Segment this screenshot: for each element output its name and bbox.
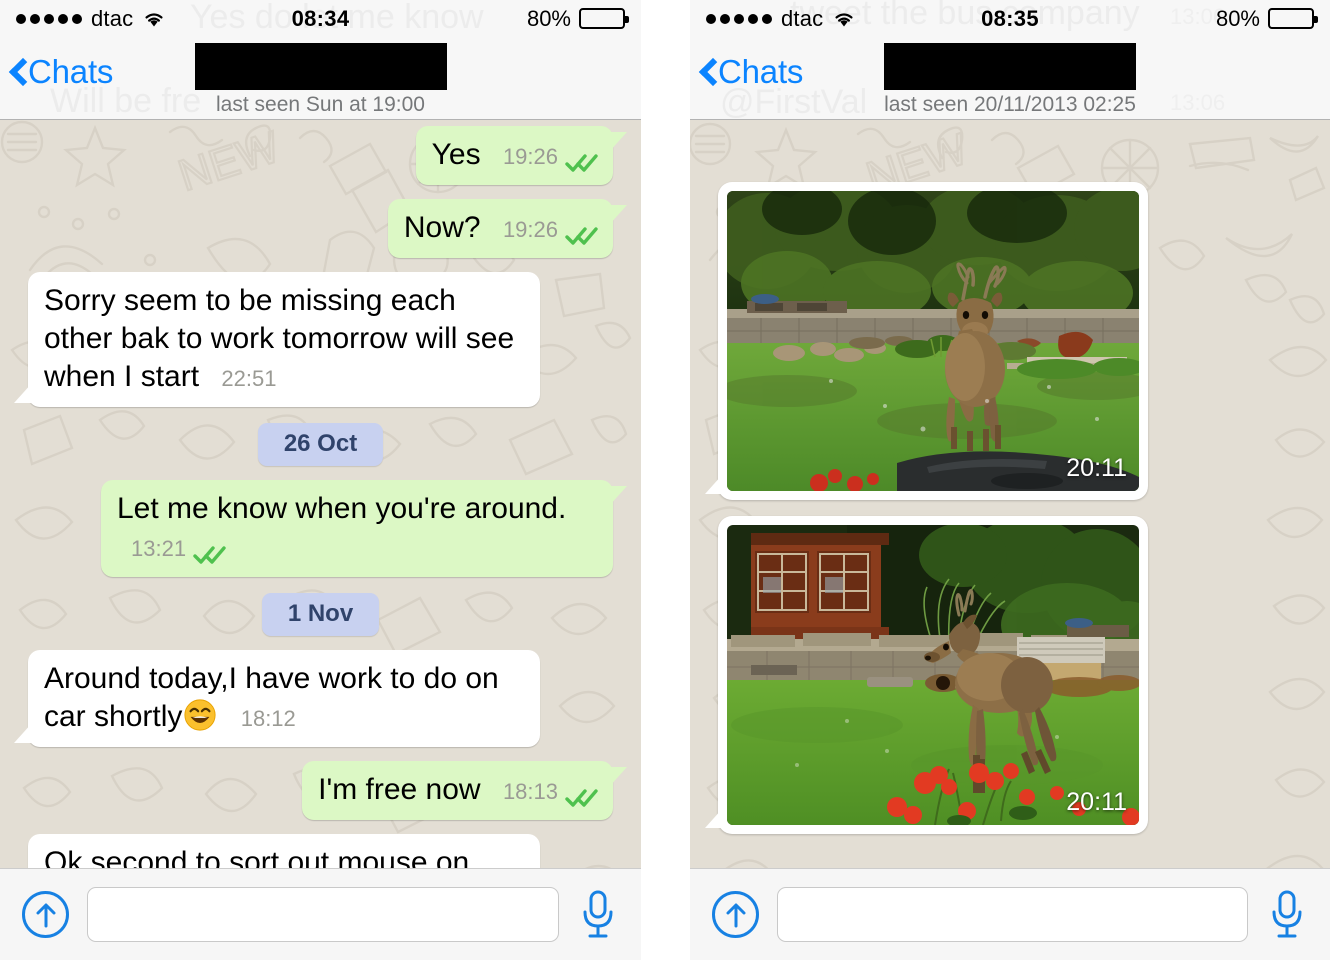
chevron-left-icon [700,58,716,86]
message-row[interactable]: I'm free now 18:13 [12,761,629,820]
status-right-group: 80% [526,5,629,32]
back-button-label: Chats [718,53,804,90]
message-bubble-outgoing[interactable]: Yes 19:26 [415,126,628,185]
message-text: Sorry seem to be missing each other bak … [44,284,515,393]
message-time: 13:21 [131,536,187,561]
microphone-icon[interactable] [577,888,619,942]
message-meta: 19:26 [503,138,599,176]
message-row[interactable]: Ok second to sort out mouse on mac 18:14 [12,834,629,868]
message-text: Ok second to sort out mouse on mac [44,846,470,868]
arrow-up-circle-icon[interactable] [22,891,69,938]
last-seen-label: last seen 20/11/2013 02:25 [884,93,1136,116]
phone-screen-right: tweet the bus company 13:06 dtac 08:35 8… [690,0,1330,960]
battery-icon [579,8,629,29]
message-meta: 18:12 [241,700,296,738]
message-bubble-incoming[interactable]: Ok second to sort out mouse on mac 18:14 [28,834,540,868]
message-bubble-outgoing[interactable]: I'm free now 18:13 [302,761,627,820]
chat-scroll-area-left[interactable]: NEW N [0,120,641,868]
message-row[interactable]: 20:11 [702,516,1318,834]
message-meta: 18:13 [503,773,599,811]
message-row[interactable]: Around today,I have work to do on car sh… [12,650,629,747]
nav-bar-right: @FirstVal 13:06 Chats last seen 20/11/20… [690,37,1330,121]
battery-percent-label: 80% [526,5,571,31]
message-input-bar-left [0,868,641,960]
message-bubble-outgoing[interactable]: Let me know when you're around. 13:21 [101,480,627,577]
date-separator-row: 26 Oct [12,423,629,466]
date-separator-pill: 26 Oct [257,423,384,466]
photo-timestamp: 20:11 [1066,454,1127,482]
chat-scroll-area-right[interactable]: NEW 20:11 20:11 [690,120,1330,868]
photo-timestamp: 20:11 [1066,788,1127,816]
back-to-chats-button[interactable]: Chats [700,53,803,91]
arrow-up-circle-icon[interactable] [712,891,759,938]
message-text: Now? [403,211,481,244]
back-button-label: Chats [28,53,114,90]
message-bubble-incoming[interactable]: Sorry seem to be missing each other bak … [14,272,540,407]
read-receipt-double-check-icon [565,146,599,172]
nav-bar-left: Will be fre Chats last seen Sun at 19:00 [0,37,641,120]
contact-name-redacted [884,43,1136,90]
message-meta: 13:21 [131,530,227,568]
status-bar-left: Yes do let me know dtac 08:34 80% [0,0,641,37]
message-list-left: Yes 19:26 Now? 19:26 Sorry seem to be mi… [0,120,641,868]
date-separator-row: 1 Nov [12,593,629,636]
message-bubble-photo[interactable]: 20:11 [705,182,1148,500]
battery-percent-label: 80% [1215,5,1260,31]
message-text: Yes [431,138,481,171]
message-text-input[interactable] [777,887,1248,942]
message-input-bar-right [690,868,1330,960]
microphone-icon[interactable] [1266,888,1308,942]
message-text: I'm free now [318,773,481,806]
photo-attachment[interactable]: 20:11 [727,191,1139,491]
message-row[interactable]: Yes 19:26 [12,126,629,185]
message-time: 18:13 [502,779,558,804]
message-time: 18:12 [240,706,296,731]
message-row[interactable]: 20:11 [702,182,1318,500]
message-text: Let me know when you're around. [117,492,567,525]
message-row[interactable]: Sorry seem to be missing each other bak … [12,272,629,407]
phone-screen-left: Yes do let me know dtac 08:34 80% Will b… [0,0,641,960]
message-time: 22:51 [221,366,277,391]
message-row[interactable]: Now? 19:26 [12,199,629,258]
message-list-right: 20:11 20:11 [690,120,1330,854]
date-separator-pill: 1 Nov [261,593,380,636]
message-meta: 22:51 [221,360,276,398]
contact-name-redacted [194,43,447,90]
chevron-left-icon [10,58,26,86]
message-bubble-outgoing[interactable]: Now? 19:26 [387,199,628,258]
photo-attachment[interactable]: 20:11 [727,525,1139,825]
message-row[interactable]: Let me know when you're around. 13:21 [12,480,629,577]
screenshot-gutter [641,0,690,960]
dual-screenshot-container: Yes do let me know dtac 08:34 80% Will b… [0,0,1330,960]
last-seen-label: last seen Sun at 19:00 [216,93,425,116]
message-time: 19:26 [502,217,558,242]
battery-icon [1268,8,1318,29]
status-right-group: 80% [1215,5,1318,32]
read-receipt-double-check-icon [565,219,599,245]
message-time: 19:26 [502,144,558,169]
status-bar-right: tweet the bus company 13:06 dtac 08:35 8… [690,0,1330,37]
message-bubble-incoming[interactable]: Around today,I have work to do on car sh… [14,650,540,747]
message-meta: 19:26 [503,211,599,249]
read-receipt-double-check-icon [565,781,599,807]
read-receipt-double-check-icon [193,538,227,564]
message-text-input[interactable] [87,887,559,942]
back-to-chats-button[interactable]: Chats [10,53,113,91]
message-bubble-photo[interactable]: 20:11 [705,516,1148,834]
grinning-face-smiling-eyes-emoji-icon [183,698,217,732]
